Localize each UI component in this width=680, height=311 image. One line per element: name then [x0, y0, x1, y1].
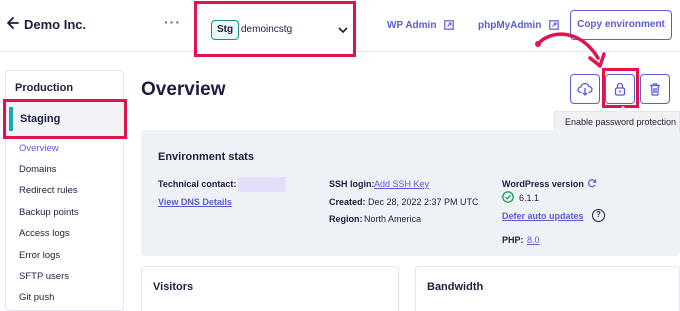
sidebar-item-git-push[interactable]: Git push	[19, 292, 54, 303]
help-icon[interactable]: ?	[592, 209, 605, 222]
environment-selector[interactable]: Stg demoincstg	[194, 1, 356, 57]
sidebar-item-label: Staging	[20, 113, 61, 125]
wp-version-label: WordPress version	[502, 179, 584, 189]
download-backup-button[interactable]	[570, 74, 600, 104]
check-circle-icon	[502, 191, 514, 203]
add-ssh-key-link[interactable]: Add SSH Key	[374, 179, 429, 189]
sidebar-item-redirect-rules[interactable]: Redirect rules	[19, 185, 78, 196]
wp-admin-label: WP Admin	[387, 20, 437, 31]
download-icon	[577, 82, 593, 96]
sidebar-item-backup-points[interactable]: Backup points	[19, 207, 79, 218]
environment-stats-panel: Environment stats Technical contact: Vie…	[141, 130, 680, 256]
php-version-link[interactable]: 8.0	[527, 235, 540, 245]
refresh-icon[interactable]	[587, 178, 597, 188]
delete-environment-button[interactable]	[640, 74, 670, 104]
wp-admin-link[interactable]: WP Admin	[387, 20, 455, 31]
more-dots-icon[interactable]: ···	[164, 14, 181, 30]
env-badge: Stg	[211, 20, 240, 40]
external-link-icon	[444, 20, 455, 30]
trash-icon	[650, 83, 660, 96]
lock-highlight	[602, 68, 639, 108]
defer-auto-updates-link[interactable]: Defer auto updates	[502, 211, 584, 221]
view-dns-link[interactable]: View DNS Details	[158, 197, 232, 207]
created-value: Dec 28, 2022 2:37 PM UTC	[368, 197, 479, 207]
env-name: demoincstg	[241, 24, 293, 35]
staging-active-bar	[9, 107, 13, 131]
sidebar-item-access-logs[interactable]: Access logs	[19, 228, 70, 239]
bandwidth-title: Bandwidth	[427, 281, 484, 293]
chevron-down-icon	[338, 27, 348, 34]
technical-contact-label: Technical contact:	[158, 179, 237, 189]
sidebar-item-domains[interactable]: Domains	[19, 164, 57, 175]
created-label: Created:	[329, 197, 366, 207]
region-label: Region:	[329, 214, 363, 224]
redacted-contact	[238, 177, 286, 192]
sidebar-item-production[interactable]: Production	[15, 82, 73, 94]
region-value: North America	[364, 214, 422, 224]
annotation-arrow-icon	[535, 32, 606, 68]
site-name: Demo Inc.	[24, 17, 87, 32]
sidebar-item-error-logs[interactable]: Error logs	[19, 250, 60, 261]
bandwidth-card: Bandwidth	[415, 266, 680, 311]
back-arrow-icon[interactable]	[6, 15, 20, 31]
visitors-title: Visitors	[153, 281, 194, 293]
visitors-card: Visitors	[141, 266, 399, 311]
ssh-login-label: SSH login:	[329, 179, 375, 189]
stats-title: Environment stats	[158, 151, 254, 163]
sidebar-item-staging[interactable]: Staging	[3, 99, 127, 139]
page-title: Overview	[141, 79, 226, 100]
php-label: PHP:	[502, 235, 524, 245]
sidebar: Production Staging Overview Domains Redi…	[3, 70, 127, 311]
wp-version-value: 6.1.1	[519, 193, 540, 203]
sidebar-item-overview[interactable]: Overview	[19, 143, 59, 154]
sidebar-item-sftp-users[interactable]: SFTP users	[19, 271, 69, 282]
